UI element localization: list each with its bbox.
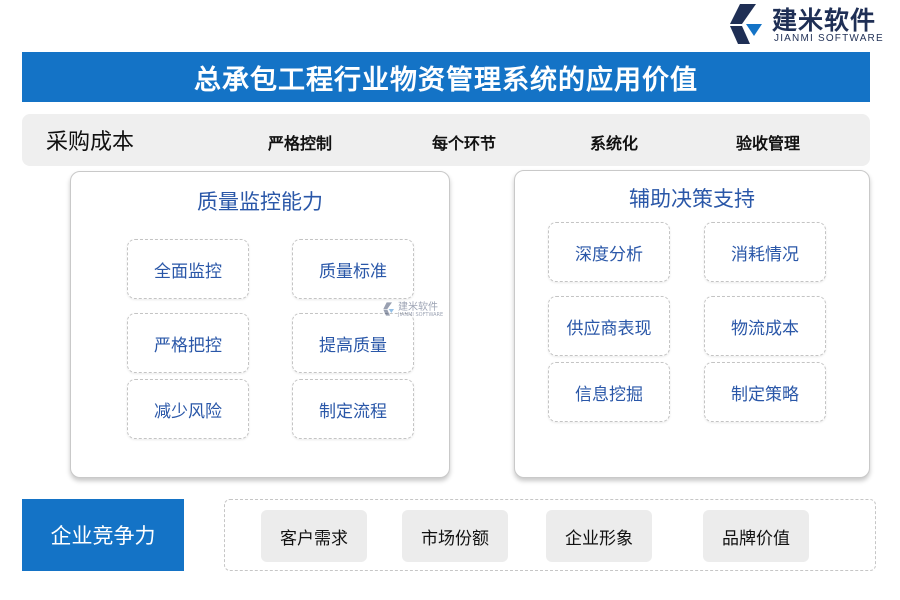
quality-item: 质量标准 xyxy=(292,239,414,299)
decision-item: 消耗情况 xyxy=(704,222,826,282)
procurement-item: 每个环节 xyxy=(432,134,497,153)
competitiveness-item: 品牌价值 xyxy=(703,510,809,562)
procurement-item: 系统化 xyxy=(590,134,639,153)
logo-name-en: JIANMI SOFTWARE xyxy=(774,33,884,44)
title-banner: 总承包工程行业物资管理系统的应用价值 xyxy=(22,52,870,102)
quality-item: 减少风险 xyxy=(127,379,249,439)
decision-item: 信息挖掘 xyxy=(548,362,670,422)
logo-mark-icon xyxy=(730,4,762,44)
decision-item: 供应商表现 xyxy=(548,296,670,356)
quality-item: 严格把控 xyxy=(127,313,249,373)
decision-item: 物流成本 xyxy=(704,296,826,356)
watermark-mark-icon xyxy=(383,302,394,316)
decision-item: 深度分析 xyxy=(548,222,670,282)
logo-name-cn: 建米软件 xyxy=(772,6,877,35)
procurement-title: 采购成本 xyxy=(46,130,135,155)
competitiveness-box: 企业竞争力 xyxy=(22,499,184,571)
quality-item: 全面监控 xyxy=(127,239,249,299)
competitiveness-item: 客户需求 xyxy=(261,510,367,562)
quality-panel-title: 质量监控能力 xyxy=(197,190,323,214)
watermark-name-en: JIANMI SOFTWARE xyxy=(398,312,444,318)
procurement-item: 验收管理 xyxy=(736,134,801,153)
decision-item: 制定策略 xyxy=(704,362,826,422)
decision-panel: 辅助决策支持 深度分析 消耗情况 供应商表现 物流成本 信息挖掘 制定策略 xyxy=(514,170,870,478)
decision-panel-title: 辅助决策支持 xyxy=(629,187,755,211)
competitiveness-item: 企业形象 xyxy=(546,510,652,562)
competitiveness-item: 市场份额 xyxy=(402,510,508,562)
procurement-item: 严格控制 xyxy=(268,134,333,153)
watermark-logo: 建米软件 JIANMI SOFTWARE xyxy=(382,298,444,328)
page-title: 总承包工程行业物资管理系统的应用价值 xyxy=(194,64,698,96)
watermark-name-cn: 建米软件 xyxy=(398,302,438,313)
procurement-row: 采购成本 严格控制 每个环节 系统化 验收管理 xyxy=(22,114,870,166)
competitiveness-items: 客户需求 市场份额 企业形象 品牌价值 xyxy=(224,499,876,571)
competitiveness-title: 企业竞争力 xyxy=(50,524,156,548)
quality-item: 制定流程 xyxy=(292,379,414,439)
company-logo: 建米软件 JIANMI SOFTWARE xyxy=(722,0,900,50)
